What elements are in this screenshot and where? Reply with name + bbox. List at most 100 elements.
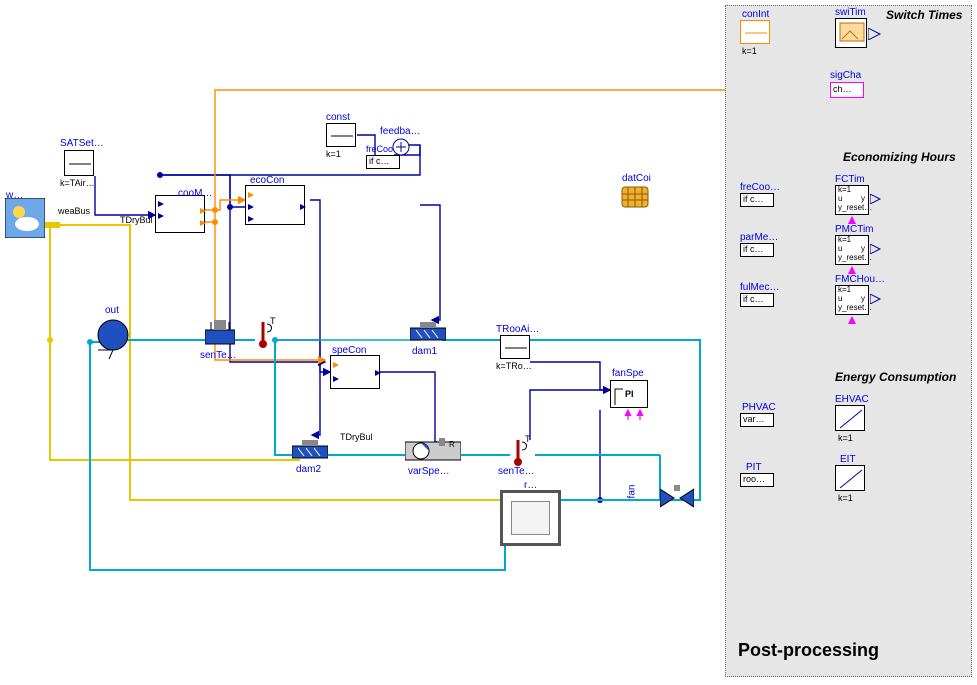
ehvac-param: k=1 xyxy=(838,433,853,443)
eit-param: k=1 xyxy=(838,493,853,503)
specon-label: speCon xyxy=(332,345,366,356)
pmctim-label: PMCTim xyxy=(835,224,874,235)
tdrybul2-label: TDryBul xyxy=(340,432,373,442)
eit-block[interactable] xyxy=(835,465,865,491)
datcoi-label: datCoi xyxy=(622,173,651,184)
fanspe-block[interactable]: PI xyxy=(610,380,648,408)
econ-hours-title: Economizing Hours xyxy=(843,150,956,164)
pi-icon xyxy=(611,381,649,409)
satset-block[interactable] xyxy=(64,150,94,176)
feedback-node[interactable] xyxy=(392,138,410,156)
varspe-block[interactable]: R xyxy=(405,438,461,464)
const-param: k=1 xyxy=(326,149,341,159)
fulmec-label: fulMec… xyxy=(740,282,779,293)
reset-port-icon xyxy=(848,266,856,274)
fmchou-block[interactable]: k=1 u y y_reset… xyxy=(835,285,869,315)
constant-icon xyxy=(741,21,771,45)
tdrybul-label: TDryBul xyxy=(120,215,153,225)
fctim-l3: y_reset… xyxy=(838,203,872,212)
post-processing-panel xyxy=(725,5,972,677)
out-block[interactable] xyxy=(95,315,135,360)
fctim-l1: k=1 xyxy=(838,185,851,194)
dam2-block[interactable] xyxy=(292,440,328,462)
datcoi-block[interactable] xyxy=(620,185,650,209)
conint-block[interactable] xyxy=(740,20,770,44)
phvac-inner: var… xyxy=(743,414,765,424)
integrator-icon xyxy=(836,466,866,492)
phvac-label: PHVAC xyxy=(742,402,776,413)
satset-label: SATSet… xyxy=(60,138,104,149)
pmctim-block[interactable]: k=1 u y y_reset… xyxy=(835,235,869,265)
trooai-block[interactable] xyxy=(500,335,530,359)
frecoo-block[interactable]: if c… xyxy=(366,155,400,169)
frecoo-label: freCoo xyxy=(366,144,393,154)
weather-label: w… xyxy=(6,190,23,201)
switch-icon xyxy=(836,19,868,49)
specon-block[interactable] xyxy=(330,355,380,389)
reset-port-icon xyxy=(848,316,856,324)
parme-label: parMe… xyxy=(740,232,778,243)
varspe-label: varSpe… xyxy=(408,466,450,477)
switim-block[interactable] xyxy=(835,18,867,48)
pit-block[interactable]: roo… xyxy=(740,473,774,487)
pmctim-l2: u xyxy=(838,244,842,253)
frecoo2-inner: if c… xyxy=(743,194,764,204)
dam2-label: dam2 xyxy=(296,464,321,475)
fctim-label: FCTim xyxy=(835,174,865,185)
reset-port-icon xyxy=(848,216,856,224)
fan-label: fan xyxy=(626,485,637,499)
coom-block[interactable] xyxy=(155,195,205,233)
frecoo2-block[interactable]: if c… xyxy=(740,193,774,207)
ehvac-label: EHVAC xyxy=(835,394,869,405)
fctim-l2: u xyxy=(838,194,842,203)
ecocon-block[interactable] xyxy=(245,185,305,225)
feedba-label: feedba… xyxy=(380,126,421,137)
weabus-label: weaBus xyxy=(58,206,90,216)
fulmec-block[interactable]: if c… xyxy=(740,293,774,307)
sigcha-label: sigCha xyxy=(830,70,861,81)
sigcha-inner: ch… xyxy=(833,84,852,94)
conint-param: k=1 xyxy=(742,46,757,56)
out-port-icon xyxy=(870,294,882,304)
fan-block[interactable] xyxy=(660,485,694,511)
fmchou-l3: y_reset… xyxy=(838,303,872,312)
room-block[interactable] xyxy=(500,490,561,546)
coom-label: cooM… xyxy=(178,188,212,199)
room-label: r… xyxy=(524,480,537,491)
fctim-block[interactable]: k=1 u y y_reset… xyxy=(835,185,869,215)
pit-label: PIT xyxy=(746,462,762,473)
dam1-block[interactable] xyxy=(410,322,446,344)
pmctim-l1: k=1 xyxy=(838,235,851,244)
const-block[interactable] xyxy=(326,123,356,147)
svg-text:R: R xyxy=(449,440,455,449)
phvac-block[interactable]: var… xyxy=(740,413,774,427)
ehvac-block[interactable] xyxy=(835,405,865,431)
out-port-icon xyxy=(870,194,882,204)
trooai-label: TRooAi… xyxy=(496,324,539,335)
parme-inner: if c… xyxy=(743,244,764,254)
weather-icon xyxy=(5,198,45,238)
mixing-block[interactable] xyxy=(205,320,235,350)
fctim-y: y xyxy=(861,194,865,203)
pit-inner: roo… xyxy=(743,474,765,484)
fmchou-y: y xyxy=(861,294,865,303)
constant-icon xyxy=(501,336,531,360)
ecocon-label: ecoCon xyxy=(250,175,284,186)
sigcha-block[interactable]: ch… xyxy=(830,82,864,98)
fmchou-l1: k=1 xyxy=(838,285,851,294)
fulmec-inner: if c… xyxy=(743,294,764,304)
trooai-param: k=TRo… xyxy=(496,361,532,371)
fmchou-label: FMCHou… xyxy=(835,274,885,285)
weather-block[interactable] xyxy=(5,198,45,238)
constant-icon xyxy=(65,151,95,177)
fmchou-l2: u xyxy=(838,294,842,303)
out-port-icon xyxy=(868,28,882,40)
dam1-label: dam1 xyxy=(412,346,437,357)
switch-times-title: Switch Times xyxy=(886,8,962,22)
controller-icon xyxy=(246,186,306,226)
sente2-label: senTe… xyxy=(498,466,535,477)
const-label: const xyxy=(326,112,350,123)
parme-block[interactable]: if c… xyxy=(740,243,774,257)
eit-label: EIT xyxy=(840,454,856,465)
t1-label: T xyxy=(270,316,276,326)
